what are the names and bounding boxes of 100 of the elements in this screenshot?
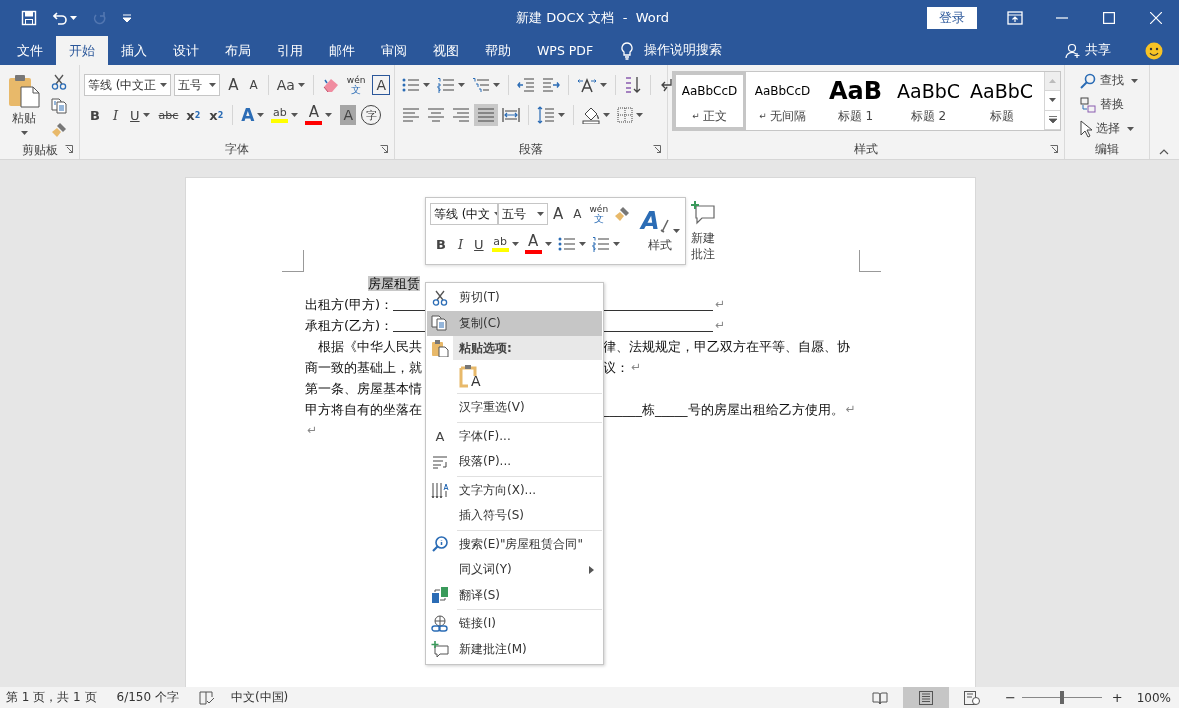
ribbon-tab[interactable]: 审阅 (368, 36, 420, 65)
eraser-icon (321, 77, 340, 93)
search-icon (1080, 72, 1096, 89)
highlight-button[interactable]: ab (488, 232, 522, 256)
ribbon-tab[interactable]: 邮件 (316, 36, 368, 65)
group-label: 样式 (854, 140, 878, 158)
paintbrush-icon (614, 206, 631, 222)
ribbon-tab[interactable]: 视图 (420, 36, 472, 65)
change-case-button[interactable]: Aa (273, 73, 308, 97)
dialog-launcher-icon[interactable] (1050, 145, 1058, 153)
find-button[interactable]: 查找 (1077, 69, 1141, 92)
dialog-launcher-icon[interactable] (65, 145, 73, 153)
proofing-icon[interactable] (198, 690, 215, 705)
new-comment-button[interactable]: 新建批注 (687, 202, 718, 260)
collapse-icon[interactable] (1159, 149, 1169, 155)
copy-icon (431, 315, 449, 332)
italic-button[interactable]: I (451, 232, 470, 256)
character-shading-button[interactable]: A (340, 105, 357, 125)
tell-me-search[interactable]: 操作说明搜索 (644, 42, 723, 59)
ribbon-tab[interactable]: 设计 (160, 36, 212, 65)
style-item[interactable]: AaBbCcD ↵ 正文 (673, 72, 746, 130)
menu-item[interactable]: A 字体(F)... (427, 423, 602, 449)
menu-item[interactable]: 翻译(S) (427, 582, 602, 608)
shrink-font-button[interactable]: A (244, 73, 263, 97)
bold-button[interactable]: B (430, 232, 452, 256)
menu-item[interactable]: 新建批注(M) (427, 636, 602, 662)
language-indicator[interactable]: 中文(中国) (230, 689, 289, 706)
caret-icon (511, 242, 519, 246)
styles-button[interactable]: A 样式 (639, 202, 682, 260)
menu-item[interactable]: 搜索(E)"房屋租赁合同" (427, 531, 602, 557)
font-color-button[interactable]: A (302, 103, 336, 127)
text-effects-button[interactable]: A (238, 103, 268, 127)
person-icon (1065, 42, 1081, 59)
word-count[interactable]: 6/150 个字 (116, 689, 179, 706)
character-border-button[interactable]: A (372, 75, 390, 95)
zoom-out-button[interactable]: − (998, 690, 1022, 705)
highlight-button[interactable]: ab (268, 103, 302, 127)
style-item[interactable]: AaB 标题 1 (819, 72, 892, 130)
ribbon-tab[interactable]: 插入 (108, 36, 160, 65)
paste-button[interactable]: 粘贴 (4, 69, 44, 139)
zoom-in-button[interactable]: + (1105, 690, 1129, 705)
menu-item[interactable]: 链接(I) (427, 611, 602, 637)
copy-icon (51, 98, 67, 114)
ribbon-tab[interactable]: WPS PDF (524, 36, 607, 65)
menu-item[interactable]: 文字方向(X)... (427, 477, 602, 503)
font-size-field[interactable]: 五号 (498, 203, 548, 225)
underline-button[interactable]: U (469, 232, 489, 256)
grow-font-button[interactable]: A (548, 202, 569, 226)
strikethrough-button[interactable]: abc (155, 103, 182, 127)
print-layout-button[interactable] (902, 687, 949, 708)
smiley-icon[interactable] (1145, 41, 1163, 60)
close-icon (1149, 12, 1162, 24)
style-item[interactable]: AaBbCcD ↵ 无间隔 (746, 72, 819, 130)
justify-icon (477, 108, 495, 122)
replace-button[interactable]: 替换 (1077, 93, 1127, 116)
zoom-level[interactable]: 100% (1136, 690, 1171, 705)
sign-in-button[interactable]: 登录 (927, 7, 977, 29)
paragraph-mark: ↵ (306, 422, 318, 439)
ribbon-tab[interactable]: 布局 (212, 36, 264, 65)
menu-icon (123, 14, 131, 22)
body-text: 出租方(甲方)： (305, 296, 394, 314)
shrink-font-button[interactable]: A (568, 202, 587, 226)
ribbon-tab[interactable]: 帮助 (472, 36, 524, 65)
font-color-button[interactable]: A (521, 232, 555, 256)
menu-item[interactable]: 复制(C) (427, 310, 602, 336)
superscript-button[interactable]: x$^{2}$ (205, 103, 228, 127)
caret-icon (297, 83, 305, 87)
menu-item[interactable]: 段落(P)... (427, 449, 602, 475)
file-tab[interactable]: 文件 (4, 36, 56, 65)
select-button[interactable]: 选择 (1077, 117, 1137, 140)
body-text: 甲方将自有的坐落在 (305, 401, 422, 419)
share-button[interactable]: 共享 (1065, 36, 1111, 65)
dialog-launcher-icon[interactable] (380, 145, 388, 153)
caret-icon (600, 83, 607, 87)
keep-text-only-button[interactable]: A (455, 362, 485, 390)
ribbon-tab[interactable]: 开始 (56, 36, 108, 65)
grow-font-button[interactable]: A (223, 73, 244, 97)
font-name-field[interactable]: 等线 (中文 (430, 203, 498, 225)
menu-item[interactable]: 汉字重选(V) (427, 395, 602, 421)
menu-item[interactable]: 插入符号(S) (427, 503, 602, 529)
numbered-list-icon (437, 77, 455, 93)
paragraph-mark: ↵ (714, 296, 726, 313)
ribbon-tab[interactable]: 引用 (264, 36, 316, 65)
phonetic-guide-button[interactable]: wén 文 (343, 73, 369, 97)
sort-icon (624, 76, 642, 94)
font-name-field[interactable]: 等线 (中文正 (84, 74, 172, 96)
bold-button[interactable]: B (84, 103, 106, 127)
dialog-launcher-icon[interactable] (653, 145, 661, 153)
style-item[interactable]: AaBbC 标题 (965, 72, 1038, 130)
phonetic-guide-button[interactable]: wén 文 (586, 202, 612, 226)
italic-button[interactable]: I (106, 103, 125, 127)
menu-item[interactable]: 同义词(Y) (427, 557, 602, 583)
page-count[interactable]: 第 1 页，共 1 页 (6, 689, 97, 706)
font-size-field[interactable]: 五号 (174, 74, 221, 96)
slider-thumb[interactable] (1059, 691, 1064, 704)
menu-item[interactable]: 剪切(T) (427, 285, 602, 311)
copy-button[interactable] (48, 95, 70, 117)
caret-icon (160, 83, 168, 87)
underline-button[interactable]: U (125, 103, 155, 127)
style-item[interactable]: AaBbC 标题 2 (892, 72, 965, 130)
